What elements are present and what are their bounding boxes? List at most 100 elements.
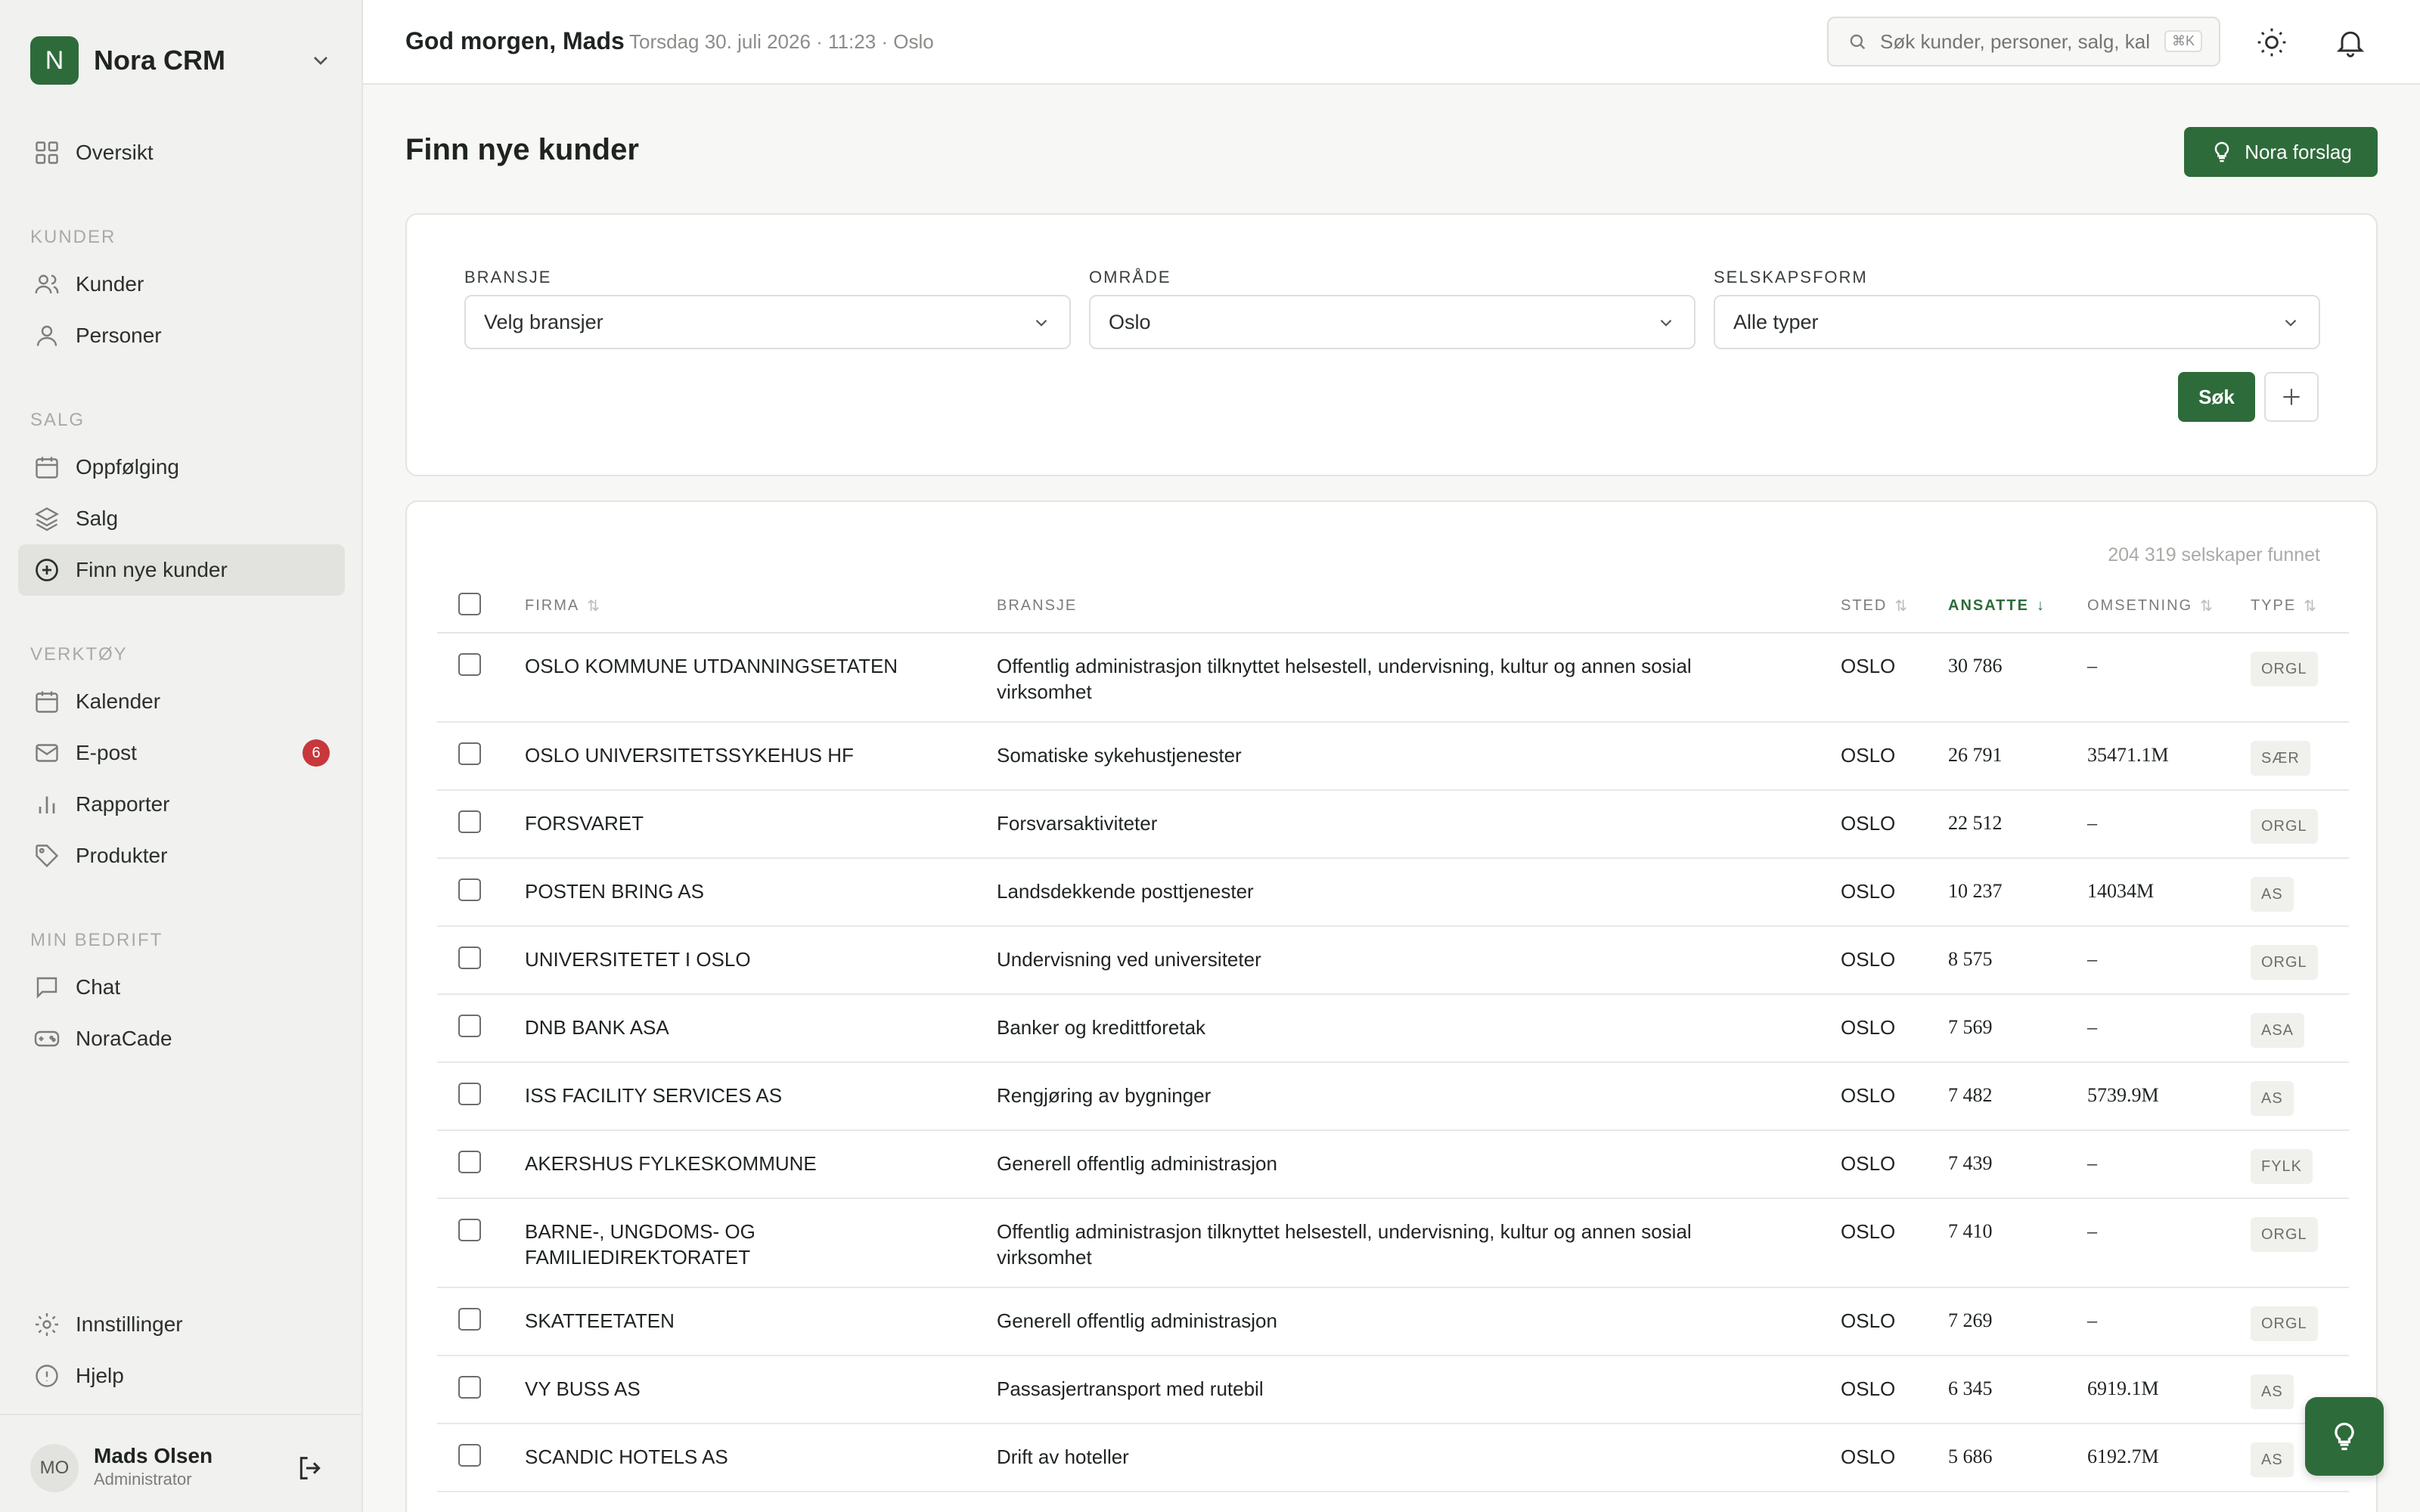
sidebar-item-kalender[interactable]: Kalender bbox=[18, 676, 345, 727]
row-checkbox[interactable] bbox=[458, 1015, 481, 1037]
company-name[interactable]: ISS FACILITY SERVICES AS bbox=[525, 1083, 948, 1108]
workspace-switcher[interactable]: N Nora CRM bbox=[30, 36, 333, 85]
sidebar-item-oversikt[interactable]: Oversikt bbox=[18, 127, 345, 178]
date-line: Torsdag 30. juli 2026 · 11:23 · Oslo bbox=[629, 30, 934, 53]
revenue: – bbox=[2087, 1309, 2097, 1331]
add-filter-button[interactable] bbox=[2264, 372, 2319, 422]
revenue: – bbox=[2087, 1016, 2097, 1038]
filter-label-bransje: BRANSJE bbox=[464, 268, 552, 287]
row-checkbox[interactable] bbox=[458, 947, 481, 969]
filter-label-omrade: OMRÅDE bbox=[1089, 268, 1171, 287]
omrade-select[interactable]: Oslo bbox=[1089, 295, 1696, 349]
revenue: 14034M bbox=[2087, 880, 2155, 902]
company-name[interactable]: BARNE-, UNGDOMS- OG FAMILIEDIREKTORATET bbox=[525, 1219, 948, 1270]
location: OSLO bbox=[1841, 655, 1896, 677]
select-all-checkbox[interactable] bbox=[458, 593, 481, 615]
logout-icon[interactable] bbox=[295, 1453, 325, 1483]
table-row[interactable]: ISS FACILITY SERVICES AS Rengjøring av by… bbox=[437, 1063, 2349, 1131]
nora-suggestions-button[interactable]: Nora forslag bbox=[2184, 127, 2378, 177]
nora-assistant-button[interactable] bbox=[2305, 1397, 2384, 1476]
row-checkbox[interactable] bbox=[458, 1308, 481, 1331]
company-name[interactable]: FORSVARET bbox=[525, 810, 948, 836]
table-row[interactable]: SKATTEETATEN Generell offentlig administr… bbox=[437, 1288, 2349, 1356]
row-checkbox[interactable] bbox=[458, 810, 481, 833]
row-checkbox[interactable] bbox=[458, 1376, 481, 1399]
location: OSLO bbox=[1841, 1016, 1896, 1039]
table-row[interactable]: SCANDIC HOTELS AS Drift av hoteller OSLO 5 … bbox=[437, 1424, 2349, 1492]
table-row[interactable]: DNB BANK ASA Banker og kredittforetak OSLO… bbox=[437, 995, 2349, 1063]
sidebar-item-innstillinger[interactable]: Innstillinger bbox=[18, 1299, 345, 1350]
table-row[interactable]: UNIVERSITETET I OSLO Undervisning ved uni… bbox=[437, 927, 2349, 995]
company-name[interactable]: UNIVERSITETET I OSLO bbox=[525, 947, 948, 972]
row-checkbox[interactable] bbox=[458, 742, 481, 765]
sidebar-item-noracade[interactable]: NoraCade bbox=[18, 1013, 345, 1064]
omrade-value: Oslo bbox=[1109, 310, 1151, 333]
column-header-sted[interactable]: STED ⇅ bbox=[1841, 578, 1909, 634]
global-search[interactable]: ⌘K bbox=[1827, 17, 2220, 67]
lightbulb-icon bbox=[2335, 1422, 2354, 1451]
company-name[interactable]: OSLO UNIVERSITETSSYKEHUS HF bbox=[525, 742, 948, 768]
row-checkbox[interactable] bbox=[458, 878, 481, 901]
column-header-omsetning[interactable]: OMSETNING ⇅ bbox=[2087, 578, 2214, 634]
company-type-badge: AS bbox=[2251, 1442, 2294, 1477]
row-checkbox[interactable] bbox=[458, 1083, 481, 1105]
company-name[interactable]: SCANDIC HOTELS AS bbox=[525, 1444, 948, 1470]
table-row[interactable]: OSLO KOMMUNE UTDANNINGSETATEN Offentlig a… bbox=[437, 634, 2349, 723]
location: OSLO bbox=[1841, 1377, 1896, 1400]
industry: Undervisning ved universiteter bbox=[997, 948, 1261, 971]
row-checkbox[interactable] bbox=[458, 1151, 481, 1173]
row-checkbox[interactable] bbox=[458, 653, 481, 676]
sidebar-item-oppfolging[interactable]: Oppfølging bbox=[18, 442, 345, 493]
industry: Offentlig administrasjon tilknyttet hels… bbox=[997, 1220, 1692, 1269]
bell-icon[interactable] bbox=[2334, 26, 2367, 59]
column-header-type[interactable]: TYPE ⇅ bbox=[2251, 578, 2318, 634]
revenue: – bbox=[2087, 1152, 2097, 1174]
employees: 7 569 bbox=[1948, 1016, 1993, 1038]
table-row[interactable]: BARNE-, UNGDOMS- OG FAMILIEDIREKTORATET O… bbox=[437, 1199, 2349, 1288]
sidebar-item-chat[interactable]: Chat bbox=[18, 962, 345, 1013]
revenue: 35471.1M bbox=[2087, 744, 2169, 766]
company-name[interactable]: POSTEN BRING AS bbox=[525, 878, 948, 904]
sidebar-section-min-bedrift: MIN BEDRIFT bbox=[30, 930, 163, 950]
bransje-select[interactable]: Velg bransjer bbox=[464, 295, 1071, 349]
sidebar-item-salg[interactable]: Salg bbox=[18, 493, 345, 544]
sidebar-item-personer[interactable]: Personer bbox=[18, 310, 345, 361]
company-name[interactable]: OSLO KOMMUNE UTDANNINGSETATEN bbox=[525, 653, 948, 679]
column-header-ansatte[interactable]: ANSATTE ↓ bbox=[1948, 578, 2046, 634]
sidebar-item-label: Finn nye kunder bbox=[76, 558, 228, 581]
sidebar-item-label: Oversikt bbox=[76, 141, 154, 164]
sidebar-item-rapporter[interactable]: Rapporter bbox=[18, 779, 345, 830]
search-button[interactable]: Søk bbox=[2178, 372, 2255, 422]
sidebar-item-epost[interactable]: E-post 6 bbox=[18, 727, 345, 779]
company-name[interactable]: SKATTEETATEN bbox=[525, 1308, 948, 1334]
grid-icon bbox=[36, 141, 58, 164]
industry: Passasjertransport med rutebil bbox=[997, 1377, 1264, 1400]
sidebar-item-hjelp[interactable]: Hjelp bbox=[18, 1350, 345, 1402]
sidebar-section-verktoy: VERKTØY bbox=[30, 644, 128, 665]
employees: 26 791 bbox=[1948, 744, 2003, 766]
sidebar-item-label: Kunder bbox=[76, 272, 144, 296]
company-name[interactable]: AKERSHUS FYLKESKOMMUNE bbox=[525, 1151, 948, 1176]
table-row[interactable]: VY BUSS AS Passasjertransport med rutebil… bbox=[437, 1356, 2349, 1424]
table-row[interactable]: AKERSHUS FYLKESKOMMUNE Generell offentlig… bbox=[437, 1131, 2349, 1199]
row-checkbox[interactable] bbox=[458, 1219, 481, 1241]
table-row[interactable]: OSLO UNIVERSITETSSYKEHUS HF Somatiske syk… bbox=[437, 723, 2349, 791]
selskapsform-select[interactable]: Alle typer bbox=[1714, 295, 2320, 349]
sidebar-item-finn-nye-kunder[interactable]: Finn nye kunder bbox=[18, 544, 345, 596]
sun-icon[interactable] bbox=[2255, 26, 2288, 59]
company-name[interactable]: VY BUSS AS bbox=[525, 1376, 948, 1402]
company-name[interactable]: DNB BANK ASA bbox=[525, 1015, 948, 1040]
sidebar-item-produkter[interactable]: Produkter bbox=[18, 830, 345, 881]
sort-icon: ⇅ bbox=[1894, 597, 1910, 615]
avatar[interactable]: MO bbox=[30, 1444, 79, 1492]
row-checkbox[interactable] bbox=[458, 1444, 481, 1467]
sort-icon: ⇅ bbox=[2200, 597, 2214, 615]
calendar-icon bbox=[36, 691, 58, 713]
search-input[interactable] bbox=[1880, 29, 2152, 54]
user-name: Mads Olsen bbox=[94, 1444, 213, 1467]
column-header-firma[interactable]: FIRMA ⇅ bbox=[525, 578, 601, 634]
sort-icon: ⇅ bbox=[2304, 597, 2319, 615]
table-row[interactable]: FORSVARET Forsvarsaktiviteter OSLO 22 512 – O… bbox=[437, 791, 2349, 859]
sidebar-item-kunder[interactable]: Kunder bbox=[18, 259, 345, 310]
table-row[interactable]: POSTEN BRING AS Landsdekkende posttjenest… bbox=[437, 859, 2349, 927]
